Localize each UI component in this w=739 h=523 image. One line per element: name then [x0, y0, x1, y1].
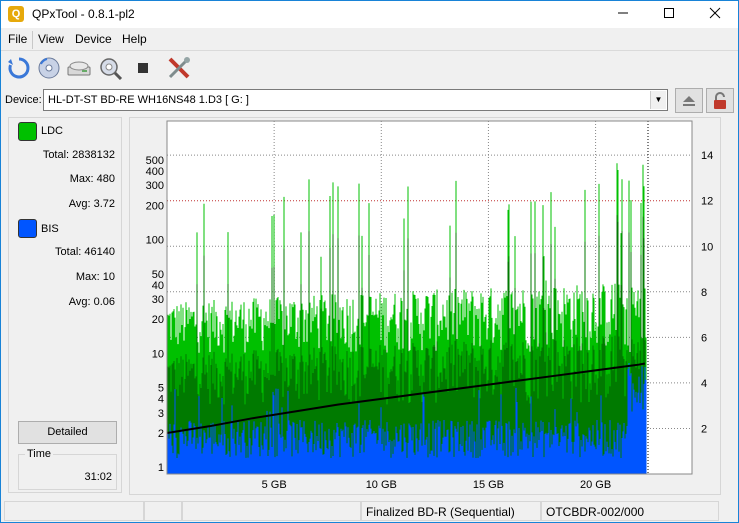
y-left-tick-label: 400: [146, 166, 164, 178]
y-left-tick-label: 5: [158, 383, 164, 395]
refresh-icon[interactable]: [5, 54, 33, 82]
chevron-down-icon[interactable]: ▼: [650, 91, 666, 109]
y-right-tick-label: 8: [701, 287, 707, 299]
bis-avg: Avg: 0.06: [69, 296, 115, 308]
bis-color-swatch: [18, 219, 37, 238]
ldc-avg-value: 3.72: [93, 198, 115, 210]
menu-help[interactable]: Help: [122, 32, 147, 46]
stop-icon[interactable]: [129, 54, 157, 82]
eject-icon[interactable]: [675, 88, 703, 113]
y-right-tick-label: 4: [701, 378, 707, 390]
window-title: QPxTool - 0.8.1-pl2: [32, 7, 135, 21]
y-left-tick-label: 1: [158, 462, 164, 474]
y-right-tick-label: 2: [701, 423, 707, 435]
y-left-tick-label: 4: [158, 394, 164, 406]
y-right-tick-label: 12: [701, 196, 713, 208]
y-right-tick-label: 14: [701, 150, 713, 162]
y-left-tick-label: 300: [146, 180, 164, 192]
y-left-tick-label: 2: [158, 428, 164, 440]
lock-icon[interactable]: [706, 88, 734, 113]
ldc-color-swatch: [18, 122, 37, 141]
stats-panel: LDC Total: 2838132 Max: 480 Avg: 3.72 BI…: [8, 117, 122, 493]
settings-tools-icon[interactable]: [165, 54, 193, 82]
menu-divider: [32, 31, 33, 49]
ldc-avg: Avg: 3.72: [69, 198, 115, 210]
y-left-tick-label: 30: [152, 294, 164, 306]
ldc-max: Max: 480: [70, 173, 115, 185]
status-bar: Finalized BD-R (Sequential) OTCBDR-002/0…: [1, 499, 738, 523]
status-media-id: OTCBDR-002/000: [541, 501, 719, 521]
time-box: Time 31:02: [18, 448, 117, 490]
ldc-max-label: Max:: [69, 173, 94, 185]
menu-view[interactable]: View: [38, 32, 64, 46]
menu-file[interactable]: File: [8, 32, 27, 46]
title-bar: Q QPxTool - 0.8.1-pl2: [1, 1, 738, 28]
y-left-tick-label: 500: [146, 155, 164, 167]
bis-max-label: Max:: [75, 271, 100, 283]
device-label: Device:: [5, 94, 42, 106]
y-left-tick-label: 3: [158, 408, 164, 420]
disc-scan-icon[interactable]: [35, 54, 63, 82]
time-label: Time: [25, 448, 54, 460]
bis-total-value: 46140: [84, 246, 115, 258]
app-window: Q QPxTool - 0.8.1-pl2 File View Device H…: [0, 0, 739, 523]
menu-bar: File View Device Help: [1, 29, 738, 51]
bis-total-label: Total:: [55, 246, 82, 258]
y-left-tick-label: 10: [152, 348, 164, 360]
close-icon[interactable]: [692, 1, 738, 28]
search-disc-icon[interactable]: [97, 54, 125, 82]
bis-label: BIS: [41, 223, 59, 235]
y-left-tick-label: 100: [146, 235, 164, 247]
qpxtool-app-icon: Q: [8, 6, 24, 22]
error-rate-chart: 1234510203040501002003004005002468101214…: [146, 120, 713, 491]
ldc-total-label: Total:: [42, 149, 70, 161]
y-left-tick-label: 20: [152, 314, 164, 326]
toolbar: [1, 52, 738, 84]
bis-total: Total: 46140: [55, 246, 115, 258]
status-cell-3: [182, 501, 361, 521]
y-left-tick-label: 200: [146, 200, 164, 212]
x-tick-label: 10 GB: [366, 479, 397, 491]
status-disc-type: Finalized BD-R (Sequential): [361, 501, 541, 521]
x-tick-label: 20 GB: [580, 479, 611, 491]
status-cell-1: [4, 501, 144, 521]
device-value: HL-DT-ST BD-RE WH16NS48 1.D3 [ G: ]: [48, 94, 249, 106]
menu-device[interactable]: Device: [75, 32, 112, 46]
ldc-label: LDC: [41, 125, 64, 137]
y-left-tick-label: 40: [152, 280, 164, 292]
bis-max-value: 10: [102, 271, 115, 283]
ldc-max-value: 480: [96, 173, 115, 185]
drive-info-icon[interactable]: [65, 54, 93, 82]
minimize-icon[interactable]: [600, 1, 646, 28]
x-tick-label: 5 GB: [262, 479, 287, 491]
ldc-total: Total: 2838132: [43, 149, 115, 161]
bis-max: Max: 10: [76, 271, 115, 283]
y-left-tick-label: 50: [152, 269, 164, 281]
ldc-avg-label: Avg:: [68, 198, 91, 210]
y-right-tick-label: 10: [701, 241, 713, 253]
chart-frame: 1 2 3 4 5 10 20 30 40 50 100 200 300 400 500 2 4 6 8 10 12 14…: [129, 117, 721, 495]
bis-avg-label: Avg:: [68, 296, 91, 308]
y-right-tick-label: 6: [701, 332, 707, 344]
device-row: Device: HL-DT-ST BD-RE WH16NS48 1.D3 [ G…: [1, 88, 738, 113]
bis-avg-value: 0.06: [93, 296, 115, 308]
status-cell-2: [144, 501, 182, 521]
time-value: 31:02: [84, 471, 112, 483]
ldc-total-value: 2838132: [72, 149, 115, 161]
detailed-button[interactable]: Detailed: [18, 421, 117, 444]
maximize-icon[interactable]: [646, 1, 692, 28]
x-tick-label: 15 GB: [473, 479, 504, 491]
device-select[interactable]: HL-DT-ST BD-RE WH16NS48 1.D3 [ G: ] ▼: [43, 89, 668, 111]
